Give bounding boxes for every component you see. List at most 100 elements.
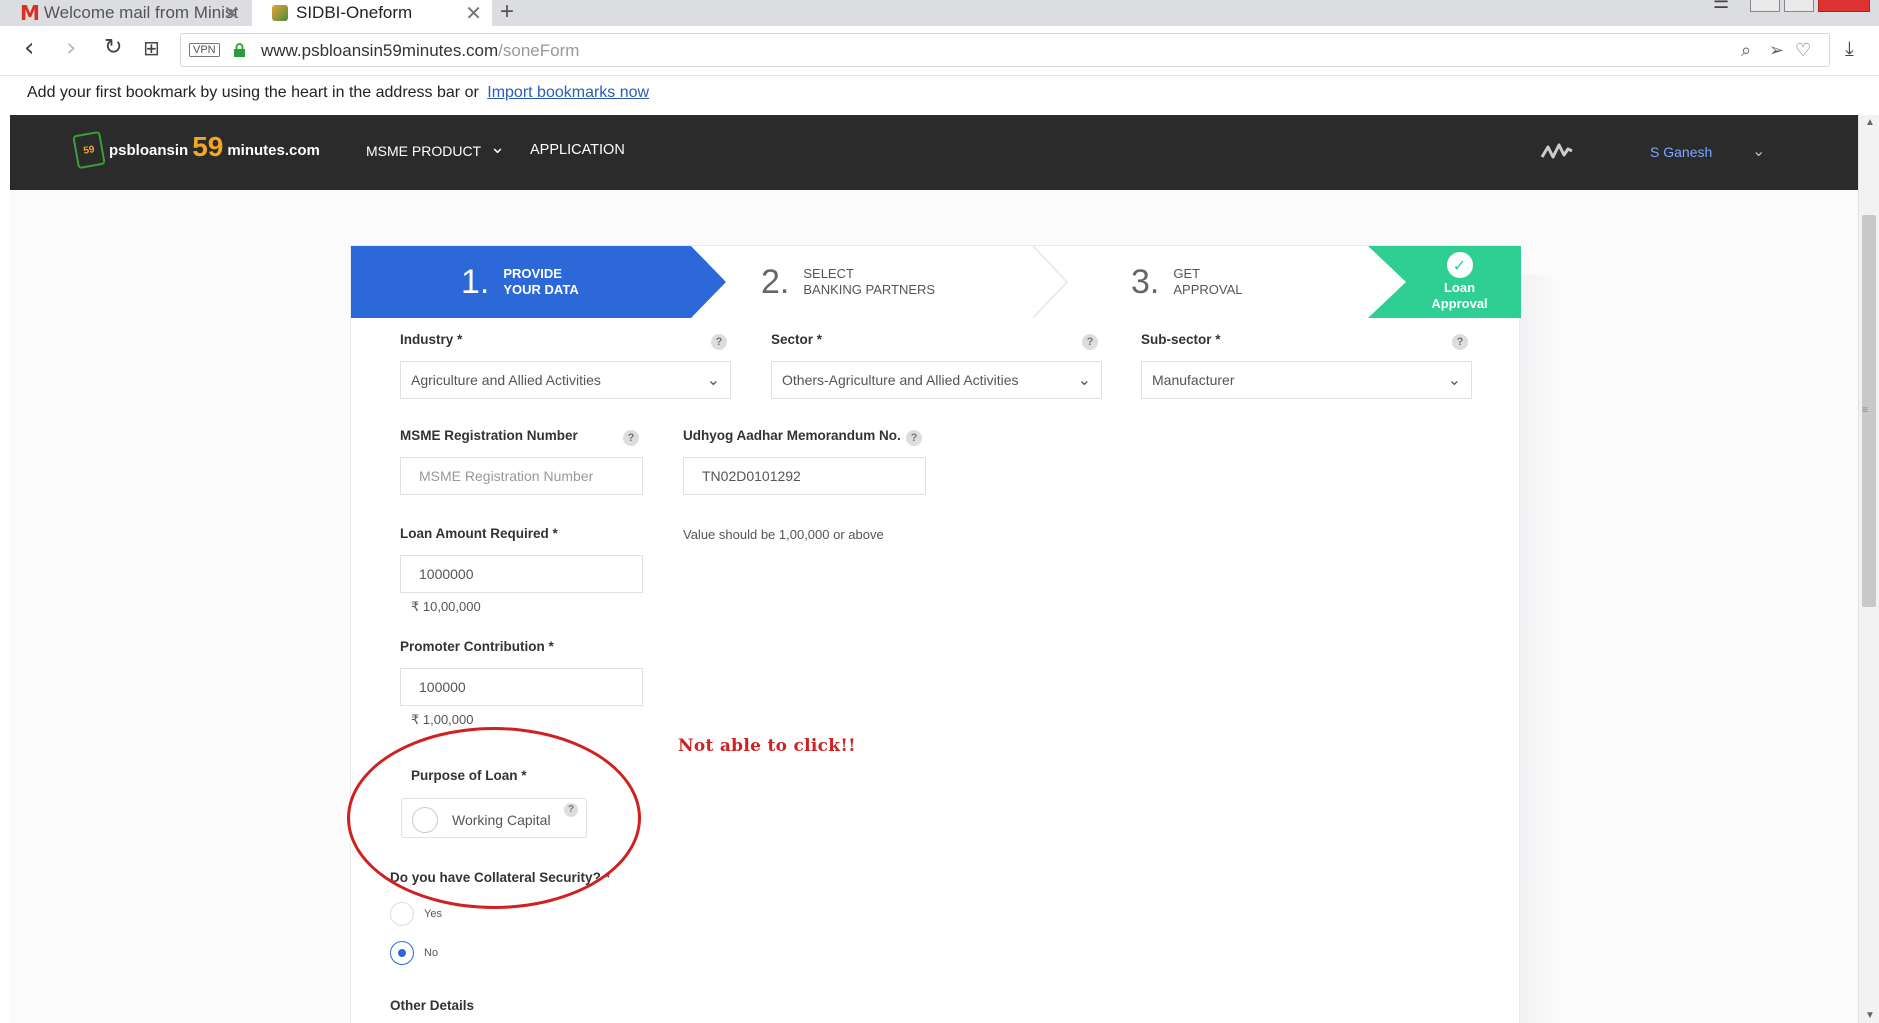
close-icon[interactable]: ✕: [465, 1, 482, 26]
send-icon[interactable]: ➢: [1769, 40, 1784, 61]
step-number: 3.: [1131, 262, 1160, 301]
step-label-line1: Loan: [1443, 280, 1476, 295]
step-get-approval: 3. GET APPROVAL: [1071, 246, 1371, 318]
chevron-down-icon[interactable]: ⌄: [1752, 141, 1765, 161]
chevron-down-icon: ⌄: [1077, 370, 1091, 389]
logo-icon: 59: [72, 130, 106, 170]
tab-gmail[interactable]: M Welcome mail from Minist ✕: [0, 0, 250, 26]
subsector-value: Manufacturer: [1152, 372, 1235, 388]
user-menu[interactable]: S Ganesh: [1650, 144, 1712, 160]
industry-label: Industry *: [400, 332, 463, 347]
loan-amount-formatted: ₹ 10,00,000: [411, 599, 481, 614]
scroll-down-icon[interactable]: ▼: [1865, 1010, 1875, 1021]
heart-icon[interactable]: ♡: [1795, 40, 1811, 61]
step-label: SELECT BANKING PARTNERS: [803, 266, 935, 298]
bookmark-bar: Add your first bookmark by using the hea…: [0, 77, 1879, 115]
page-scrollbar[interactable]: ▲ ≡ ▼: [1858, 115, 1879, 1023]
site-logo[interactable]: 59 psbloansin 59 minutes.com: [72, 130, 320, 170]
back-icon[interactable]: ‹: [24, 35, 34, 61]
loan-amount-input[interactable]: 1000000: [400, 555, 643, 593]
sector-value: Others-Agriculture and Allied Activities: [782, 372, 1019, 388]
promoter-contribution-label: Promoter Contribution *: [400, 639, 554, 654]
logo-prefix: psbloansin: [109, 141, 189, 159]
url-host: www.psbloansin59minutes.com: [261, 41, 499, 60]
loan-amount-hint: Value should be 1,00,000 or above: [683, 527, 884, 542]
url-field[interactable]: VPN www.psbloansin59minutes.com/soneForm…: [180, 33, 1830, 67]
tab-sidbi-oneform[interactable]: SIDBI-Oneform ✕: [252, 0, 492, 26]
forward-icon[interactable]: ›: [66, 35, 76, 61]
collateral-yes-radio[interactable]: [390, 902, 414, 926]
close-window-button[interactable]: [1818, 0, 1870, 12]
help-icon[interactable]: ?: [906, 430, 922, 446]
bookmark-message: Add your first bookmark by using the hea…: [27, 84, 479, 101]
annotation-text: Not able to click!!: [678, 736, 856, 756]
step-label-line1: PROVIDE: [503, 266, 562, 281]
sector-label: Sector *: [771, 332, 823, 347]
new-tab-button[interactable]: +: [500, 0, 514, 26]
tab-title: Welcome mail from Minist: [43, 3, 239, 22]
promoter-contribution-formatted: ₹ 1,00,000: [411, 712, 474, 727]
minimize-button[interactable]: [1750, 0, 1780, 12]
step-label: Loan Approval: [1431, 280, 1487, 312]
collateral-no-radio[interactable]: [390, 941, 414, 965]
check-circle-icon: ✓: [1446, 252, 1473, 278]
import-bookmarks-link[interactable]: Import bookmarks now: [487, 84, 649, 101]
gmail-icon: M: [20, 1, 40, 25]
step-number: 1.: [461, 262, 490, 301]
step-provide-data: 1. PROVIDE YOUR DATA: [351, 246, 726, 318]
card-shadow: [1518, 275, 1558, 1023]
activity-icon[interactable]: [1540, 139, 1574, 163]
help-icon[interactable]: ?: [711, 334, 727, 350]
collateral-no-label: No: [424, 947, 439, 959]
tab-title: SIDBI-Oneform: [296, 3, 413, 22]
step-label-line2: BANKING PARTNERS: [803, 282, 936, 297]
chevron-down-icon[interactable]: ⌄: [490, 137, 505, 158]
annotation-circle: [347, 727, 641, 909]
chevron-down-icon: ⌄: [706, 370, 720, 389]
url-text: www.psbloansin59minutes.com/soneForm: [261, 41, 579, 61]
udhyog-aadhar-input[interactable]: TN02D0101292: [683, 457, 926, 495]
scroll-up-icon[interactable]: ▲: [1865, 117, 1875, 128]
help-icon[interactable]: ?: [623, 430, 639, 446]
progress-stepper: 1. PROVIDE YOUR DATA 2. SELECT BANKING PAR…: [351, 246, 1521, 318]
reload-icon[interactable]: ↻: [104, 37, 122, 59]
subsector-select[interactable]: Manufacturer ⌄: [1141, 361, 1472, 399]
industry-value: Agriculture and Allied Activities: [411, 372, 601, 388]
help-icon[interactable]: ?: [1452, 334, 1468, 350]
step-label: GET APPROVAL: [1173, 266, 1242, 298]
grip-icon: ≡: [1862, 405, 1868, 416]
download-icon[interactable]: ⤓: [1845, 38, 1854, 58]
help-icon[interactable]: ?: [1082, 334, 1098, 350]
collateral-yes-label: Yes: [424, 908, 442, 920]
vpn-badge[interactable]: VPN: [189, 43, 220, 57]
close-icon[interactable]: ✕: [223, 1, 240, 26]
msme-registration-label: MSME Registration Number: [400, 428, 578, 443]
sector-select[interactable]: Others-Agriculture and Allied Activities…: [771, 361, 1102, 399]
step-loan-approval: ✓ Loan Approval: [1368, 246, 1521, 318]
maximize-button[interactable]: [1784, 0, 1814, 12]
step-label-line1: GET: [1173, 266, 1201, 281]
logo-suffix: minutes.com: [227, 141, 320, 159]
msme-registration-input[interactable]: MSME Registration Number: [400, 457, 643, 495]
nav-application[interactable]: APPLICATION: [530, 142, 625, 158]
step-label: PROVIDE YOUR DATA: [503, 266, 578, 298]
step-separator: [1032, 246, 1069, 318]
industry-select[interactable]: Agriculture and Allied Activities ⌄: [400, 361, 731, 399]
other-details-heading: Other Details: [390, 998, 475, 1013]
tab-menu-icon[interactable]: ☰: [1713, 0, 1729, 12]
url-path: /soneForm: [498, 41, 580, 60]
udhyog-aadhar-label: Udhyog Aadhar Memorandum No.: [683, 428, 901, 443]
step-label-line2: APPROVAL: [1173, 282, 1243, 297]
nav-msme-product[interactable]: MSME PRODUCT: [366, 143, 481, 159]
site-favicon-icon: [272, 5, 288, 21]
chevron-down-icon: ⌄: [1447, 370, 1461, 389]
speed-dial-icon[interactable]: ⊞: [143, 38, 160, 58]
browser-tab-bar: M Welcome mail from Minist ✕ SIDBI-Onefo…: [0, 0, 1879, 26]
loan-amount-label: Loan Amount Required *: [400, 526, 558, 541]
step-label-line2: YOUR DATA: [503, 282, 579, 297]
step-label-line2: Approval: [1431, 296, 1488, 311]
promoter-contribution-input[interactable]: 100000: [400, 668, 643, 706]
search-icon[interactable]: ⌕: [1741, 40, 1751, 61]
lock-icon: [234, 43, 245, 57]
web-page: 59 psbloansin 59 minutes.com MSME PRODUC…: [10, 115, 1858, 1023]
